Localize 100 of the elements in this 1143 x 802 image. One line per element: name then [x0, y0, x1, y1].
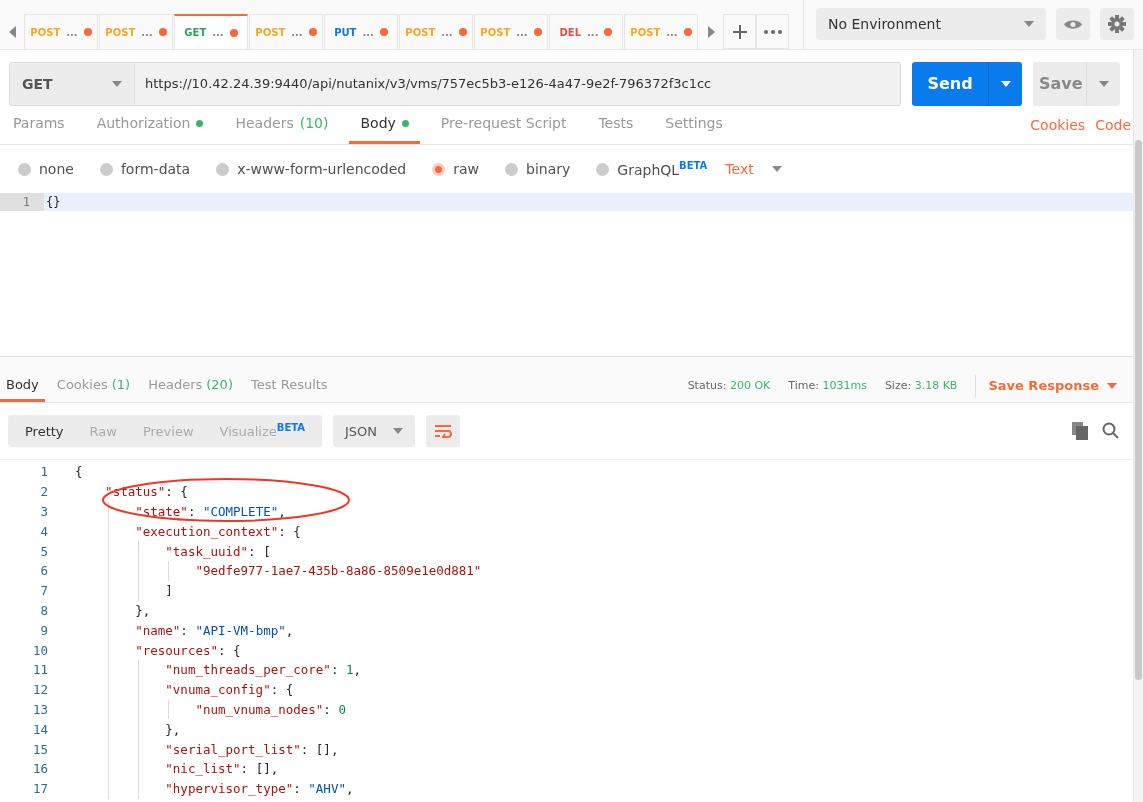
count-label: (20)	[206, 376, 233, 392]
line-number: 1	[39, 464, 48, 480]
tab-name: ...	[291, 26, 303, 38]
new-tab-button[interactable]	[723, 14, 756, 49]
quick-look-button[interactable]	[1056, 8, 1090, 40]
line-number: 9	[39, 622, 48, 638]
tab-name: ...	[362, 26, 374, 38]
request-section-tab[interactable]: Settings	[654, 105, 734, 144]
line-number: 12	[31, 682, 48, 698]
save-button[interactable]: Save	[1033, 61, 1087, 106]
settings-button[interactable]	[1100, 8, 1134, 40]
environment-dropdown[interactable]: No Environment	[816, 8, 1046, 40]
request-tab[interactable]: DEL ...	[549, 14, 623, 49]
request-tab[interactable]: POST ...	[474, 14, 548, 49]
caret-icon	[1107, 382, 1117, 389]
method-label: POST	[30, 26, 61, 38]
header-link[interactable]: Cookies	[1030, 116, 1086, 133]
response-format-dropdown[interactable]: JSON	[333, 415, 416, 447]
response-stat: Status: 200 OK	[687, 379, 771, 392]
request-section-tab[interactable]: Body	[349, 105, 420, 144]
request-section-tab[interactable]: Authorization	[85, 105, 215, 144]
save-response-button[interactable]: Save Response	[975, 374, 1133, 397]
copy-icon[interactable]	[1072, 422, 1088, 440]
code-line: "task_uuid": [	[164, 543, 271, 559]
response-stat: Size: 3.18 KB	[884, 379, 958, 392]
line-number: 1	[0, 193, 44, 211]
caret-icon	[1024, 21, 1034, 27]
tab-label: Headers	[235, 115, 294, 131]
code-line: "9edfe977-1ae7-435b-8a86-8509e1e0d881"	[194, 563, 482, 579]
request-section-tab[interactable]: Headers (10)	[224, 105, 340, 144]
radio-dot	[505, 162, 519, 176]
eye-icon	[1064, 18, 1082, 30]
request-section-tab[interactable]: Params	[2, 105, 76, 144]
tab-name: ...	[516, 26, 528, 38]
tab-label: Authorization	[96, 115, 191, 131]
request-tab[interactable]: GET ...	[174, 14, 248, 49]
radio-label: form-data	[120, 161, 191, 177]
code-line: "num_threads_per_core": 1,	[164, 662, 361, 678]
search-icon[interactable]	[1102, 422, 1119, 439]
request-tab[interactable]: POST ...	[99, 14, 173, 49]
body-type-radio[interactable]: binary	[505, 161, 571, 177]
format-dropdown[interactable]: Text	[725, 161, 782, 177]
method-label: POST	[255, 26, 286, 38]
url-field[interactable]: https://10.42.24.39:9440/api/nutanix/v3/vms/757ec5b3-e126-4a47-9e2f-796372f3c1cc	[135, 61, 901, 106]
request-tab[interactable]: POST ...	[624, 14, 698, 49]
method-label: PUT	[334, 26, 357, 38]
ellipsis-icon	[763, 29, 782, 34]
radio-label: GraphQL$^{BETA}$	[617, 160, 708, 178]
response-stat: Time: 1031ms	[788, 379, 867, 392]
tab-name: ...	[441, 26, 453, 38]
method-label: POST	[630, 26, 661, 38]
code-line: {}	[45, 194, 61, 211]
right-triangle-icon	[707, 25, 715, 38]
wrap-lines-button[interactable]	[426, 415, 461, 447]
wrap-icon	[434, 424, 453, 438]
view-mode-button[interactable]: Raw	[76, 415, 130, 447]
radio-dot	[432, 162, 446, 176]
response-tab[interactable]: Test Results	[244, 369, 334, 402]
code-line: "resources": {	[134, 642, 241, 658]
method-dropdown[interactable]: GET	[9, 61, 135, 106]
request-tab[interactable]: PUT ...	[324, 14, 398, 49]
line-number: 13	[31, 701, 48, 717]
view-mode-button[interactable]: Preview	[129, 415, 207, 447]
plus-icon	[732, 24, 747, 39]
request-tab[interactable]: POST ...	[24, 14, 98, 49]
response-tab[interactable]: Headers (20)	[142, 369, 239, 402]
view-mode-button[interactable]: Visualize$^{BETA}$	[206, 415, 319, 447]
response-tab[interactable]: Cookies (1)	[50, 369, 137, 402]
caret-icon	[112, 80, 122, 87]
request-body-editor[interactable]: 1 {}	[0, 193, 1133, 357]
code-line: "nic_list": [],	[164, 761, 279, 777]
body-type-radio[interactable]: none	[18, 161, 74, 177]
request-section-tab[interactable]: Pre-request Script	[429, 105, 578, 144]
caret-icon	[1098, 80, 1109, 87]
send-button[interactable]: Send	[912, 61, 989, 106]
scrollbar[interactable]	[1134, 50, 1143, 802]
body-type-radio[interactable]: GraphQL$^{BETA}$	[596, 160, 708, 178]
body-type-radio[interactable]: raw	[432, 161, 480, 177]
line-number: 5	[39, 543, 48, 559]
method-label: GET	[184, 27, 207, 38]
body-type-radio[interactable]: form-data	[99, 161, 191, 177]
request-tab[interactable]: POST ...	[399, 14, 473, 49]
view-mode-button[interactable]: Pretty	[12, 415, 77, 447]
line-number: 11	[31, 662, 48, 678]
tab-label: Headers	[148, 376, 203, 392]
tab-name: ...	[141, 26, 153, 38]
tab-name: ...	[212, 27, 224, 38]
tab-name: ...	[666, 26, 678, 38]
tab-name: ...	[587, 26, 599, 38]
request-section-tab[interactable]: Tests	[587, 105, 645, 144]
radio-label: none	[39, 161, 74, 177]
line-number: 4	[39, 523, 48, 539]
more-button[interactable]	[756, 14, 789, 49]
response-tab[interactable]: Body	[0, 369, 45, 402]
header-link[interactable]: Code	[1095, 116, 1131, 133]
count-label: (1)	[111, 376, 131, 392]
request-tab[interactable]: POST ...	[249, 14, 323, 49]
radio-label: binary	[526, 161, 571, 177]
code-line: {	[75, 464, 83, 480]
code-line: "hypervisor_type": "AHV",	[164, 781, 354, 797]
